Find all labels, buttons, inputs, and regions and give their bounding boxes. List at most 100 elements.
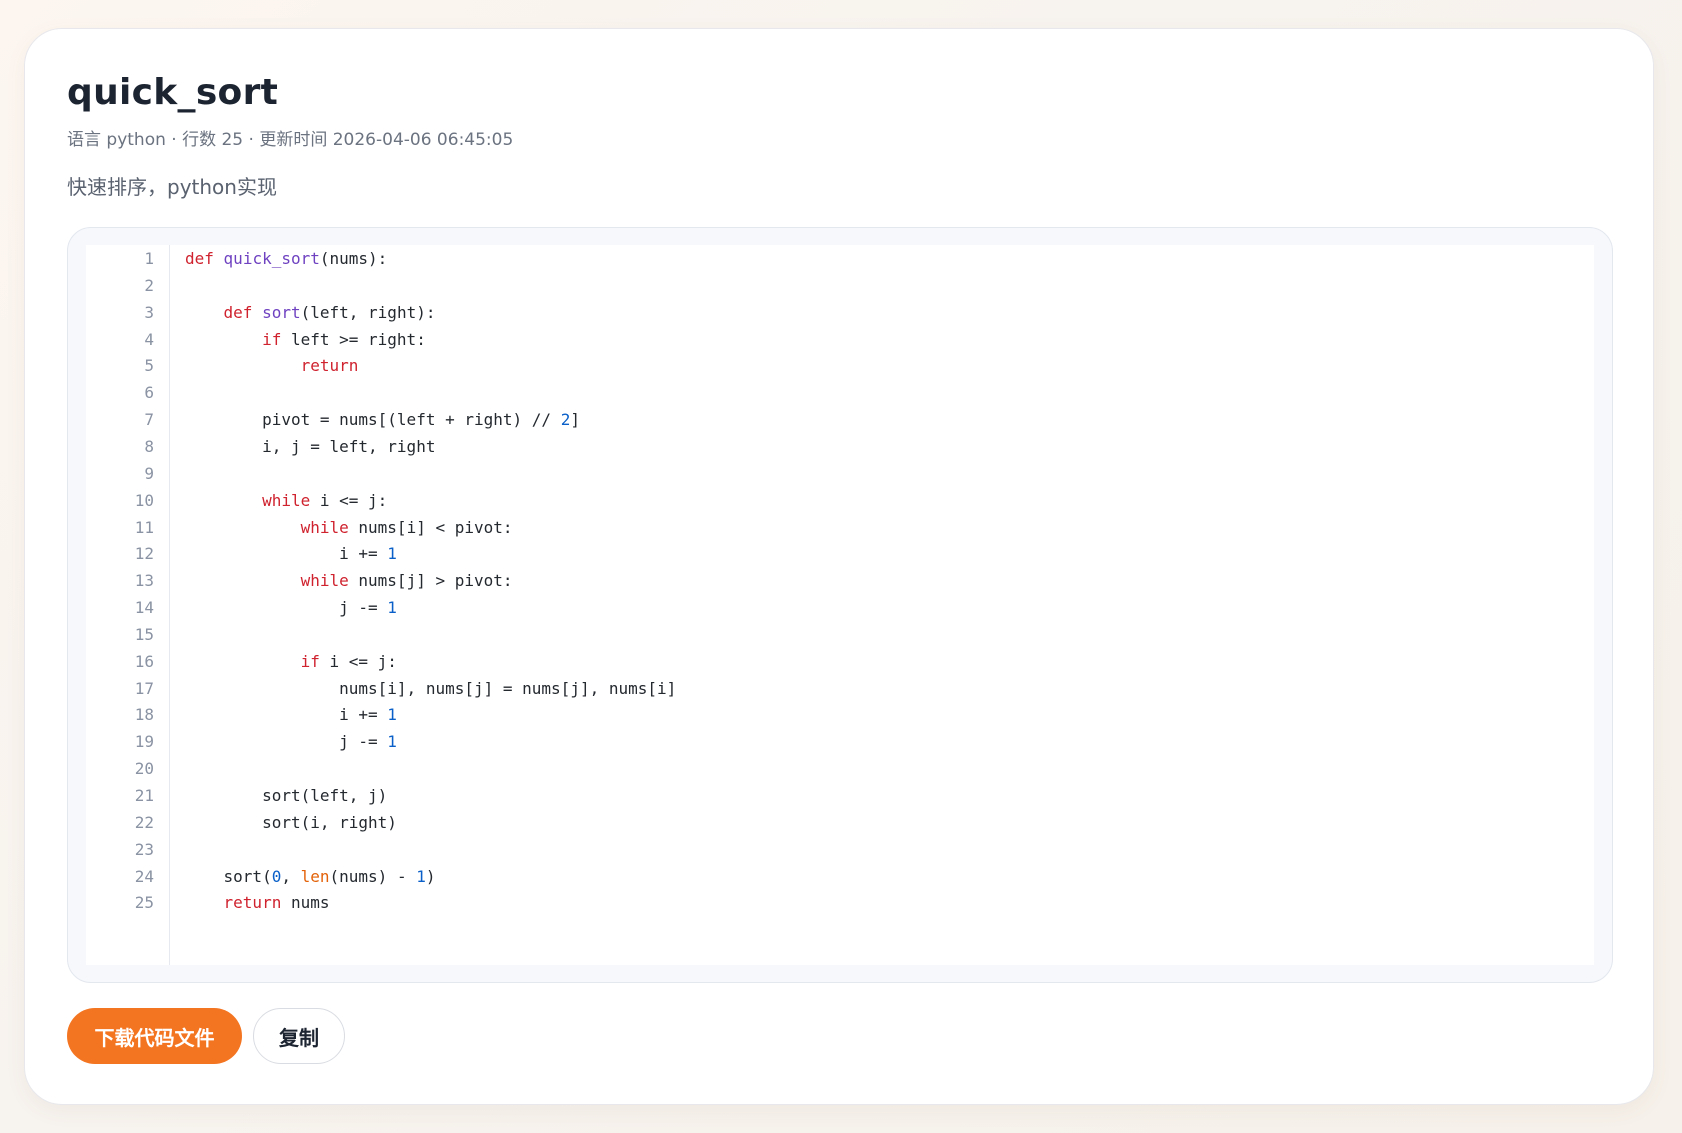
code-token: quick_sort (223, 249, 320, 268)
code-line: return nums (185, 889, 330, 918)
line-number: 12 (134, 544, 154, 564)
copy-button[interactable]: 复制 (253, 1008, 345, 1064)
code-token: 0 (271, 866, 282, 886)
line-number: 9 (144, 463, 154, 483)
code-token: i <= j: (319, 651, 397, 671)
code-token: len (300, 866, 330, 886)
code-token: if (300, 651, 320, 671)
code-token: nums[j] > pivot: (348, 571, 513, 591)
code-line: sort(left, j) (185, 782, 387, 811)
code-token: 1 (416, 866, 426, 886)
line-number: 19 (134, 732, 154, 752)
code-token: while (300, 517, 349, 537)
code-token: def (185, 249, 214, 268)
code-token: ) (425, 866, 436, 886)
code-area[interactable]: 1 2 3 4 5 6 7 8 9 10 11 12 13 14 15 16 17 18 19 20 21 22 23 24 2… (86, 245, 1594, 965)
code-line: j -= 1 (185, 728, 397, 757)
snippet-description: 快速排序，python实现 (67, 175, 277, 199)
line-number: 13 (134, 571, 154, 591)
code-line: def quick_sort(nums): (185, 245, 387, 274)
line-number: 3 (144, 302, 154, 322)
code-line: i += 1 (185, 701, 397, 730)
code-token: left >= right: (281, 329, 426, 349)
line-number: 25 (134, 893, 154, 913)
code-token: return (223, 893, 282, 913)
code-line: i, j = left, right (185, 433, 435, 462)
code-line: j -= 1 (185, 594, 397, 623)
code-token: 1 (387, 598, 397, 618)
code-line: while nums[i] < pivot: (185, 514, 513, 543)
code-line: return (185, 352, 359, 381)
code-token: (left, right): (300, 302, 436, 322)
line-number: 2 (144, 275, 154, 295)
code-token: while (300, 571, 349, 591)
code-token: i += (185, 544, 388, 564)
code-token: sort( (185, 866, 272, 886)
line-number: 8 (144, 436, 154, 456)
code-line: i += 1 (185, 540, 397, 569)
snippet-meta: 语言 python · 行数 25 · 更新时间 2026-04-06 06:4… (67, 130, 514, 150)
code-line: sort(i, right) (185, 809, 397, 838)
code-token: j -= (185, 732, 388, 752)
code-token: 1 (387, 732, 397, 752)
code-line: pivot = nums[(left + right) // 2] (185, 406, 580, 435)
code-token: sort(i, right) (185, 812, 397, 832)
code-token: i, j = left, right (185, 436, 436, 456)
code-token: pivot = nums[(left + right) // (185, 410, 561, 430)
code-token: (nums) - (329, 866, 417, 886)
code-line: sort(0, len(nums) - 1) (185, 863, 436, 892)
code-token: sort (262, 302, 301, 322)
code-line: nums[i], nums[j] = nums[j], nums[i] (185, 675, 676, 704)
code-token: 2 (560, 410, 571, 430)
code-token: return (300, 356, 359, 376)
line-number: 21 (134, 786, 154, 805)
line-number: 22 (134, 812, 154, 832)
line-number: 16 (134, 651, 154, 671)
line-number: 1 (144, 249, 154, 268)
line-number: 14 (134, 598, 154, 618)
line-number: 6 (144, 383, 154, 403)
snippet-card: quick_sort 语言 python · 行数 25 · 更新时间 2026… (24, 28, 1654, 1105)
line-number: 18 (134, 705, 154, 725)
code-token: i <= j: (310, 490, 388, 510)
code-token: 1 (387, 544, 397, 564)
code-line: if left >= right: (185, 326, 426, 355)
code-token: if (262, 329, 282, 349)
code-token: (nums): (319, 249, 388, 268)
code-token: , (281, 866, 301, 886)
line-number: 4 (144, 329, 154, 349)
code-line: if i <= j: (185, 648, 397, 677)
line-number: 23 (134, 839, 154, 859)
code-token: j -= (185, 598, 388, 618)
download-code-file-button[interactable]: 下载代码文件 (67, 1008, 242, 1064)
code-line: def sort(left, right): (185, 299, 436, 328)
line-number: 5 (144, 356, 154, 376)
code-token: def (223, 302, 253, 322)
code-token: nums (281, 893, 330, 913)
code-token: nums[i], nums[j] = nums[j], nums[i] (185, 678, 677, 698)
code-token: ] (570, 410, 580, 430)
code-line: while i <= j: (185, 487, 387, 516)
line-number: 20 (134, 759, 154, 779)
code-token: while (262, 490, 311, 510)
line-number: 24 (134, 866, 154, 886)
line-number: 10 (134, 490, 154, 510)
snippet-title: quick_sort (67, 72, 279, 113)
code-token: sort(left, j) (185, 786, 388, 805)
line-number: 17 (134, 678, 154, 698)
code-token: nums[i] < pivot: (348, 517, 513, 537)
code-token: 1 (387, 705, 397, 725)
line-number-gutter: 1 2 3 4 5 6 7 8 9 10 11 12 13 14 15 16 17 18 19 20 21 22 23 24 2… (86, 245, 170, 965)
code-line: while nums[j] > pivot: (185, 567, 513, 596)
code-viewer: 1 2 3 4 5 6 7 8 9 10 11 12 13 14 15 16 17 18 19 20 21 22 23 24 2… (67, 227, 1613, 983)
